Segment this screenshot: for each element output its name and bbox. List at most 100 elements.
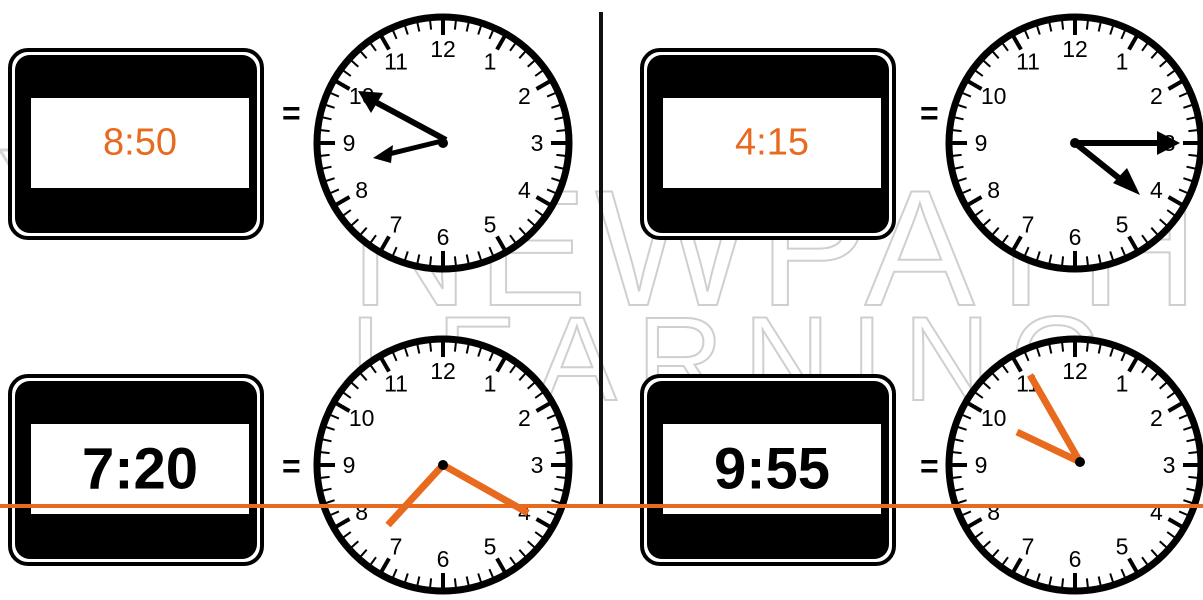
clock-center — [438, 460, 448, 470]
analog-clock-3: 121234567891011 — [313, 335, 573, 595]
clock-center — [1075, 457, 1085, 467]
clock-tick — [429, 578, 433, 588]
clock-tick — [429, 20, 433, 30]
clock-center — [1070, 138, 1080, 148]
clock-number: 12 — [430, 36, 456, 62]
clock-tick — [556, 153, 566, 157]
clock-tick — [453, 256, 457, 266]
clock-tick — [1061, 256, 1065, 266]
clock-number: 10 — [349, 405, 375, 431]
digital-clock-1: 8:50 — [8, 48, 264, 240]
clock-number: 10 — [981, 405, 1007, 431]
equals-sign-2: = — [920, 95, 939, 131]
clock-number: 11 — [384, 49, 408, 75]
clock-number: 1 — [1116, 49, 1129, 75]
clock-number: 7 — [390, 211, 403, 237]
clock-number: 3 — [531, 130, 544, 156]
clock-tick — [1085, 256, 1089, 266]
clock-face: 121234567891011 — [945, 335, 1203, 595]
clock-number: 9 — [975, 130, 988, 156]
clock-number: 1 — [1116, 371, 1129, 397]
clock-tick — [952, 153, 962, 157]
clock-tick — [952, 475, 962, 479]
clock-number: 9 — [975, 452, 988, 478]
clock-tick — [556, 475, 566, 479]
digital-clock-4: 9:55 — [640, 374, 896, 566]
clock-number: 3 — [1163, 452, 1176, 478]
clock-tick — [453, 342, 457, 352]
clock-tick — [320, 451, 330, 455]
analog-clock-4: 12 1234567891011 — [945, 335, 1203, 595]
digital-time-4: 9:55 — [713, 436, 831, 502]
clock-number: 6 — [1069, 224, 1082, 250]
digital-time-3: 7:20 — [81, 436, 199, 502]
clock-tick — [556, 129, 566, 133]
clock-center — [438, 138, 448, 148]
clock-number: 2 — [518, 405, 531, 431]
digital-screen-3: 7:20 — [31, 424, 249, 514]
clock-number: 4 — [1150, 499, 1163, 525]
clock-tick — [1085, 20, 1089, 30]
clock-tick — [429, 256, 433, 266]
digital-clock-3: 7:20 — [8, 374, 264, 566]
clock-number: 8 — [987, 499, 1000, 525]
clock-number: 4 — [1150, 177, 1163, 203]
clock-number: 5 — [1116, 533, 1129, 559]
equals-sign-1: = — [282, 95, 301, 131]
equals-sign-3: = — [282, 448, 301, 484]
analog-clock-1: 121234567891011 — [313, 13, 573, 273]
clock-number: 6 — [1069, 546, 1082, 572]
clock-number: 2 — [1150, 83, 1163, 109]
clock-number: 8 — [355, 177, 368, 203]
clock-tick — [1188, 129, 1198, 133]
clock-tick — [952, 129, 962, 133]
equals-sign-4: = — [920, 448, 939, 484]
clock-tick — [1061, 20, 1065, 30]
digital-screen-2: 4:15 — [663, 98, 881, 188]
clock-tick — [1061, 342, 1065, 352]
clock-number: 7 — [1022, 533, 1035, 559]
clock-number: 9 — [343, 452, 356, 478]
clock-tick — [1085, 578, 1089, 588]
clock-tick — [1061, 578, 1065, 588]
clock-number: 4 — [518, 177, 531, 203]
clock-tick — [556, 451, 566, 455]
analog-clock-2: 121234567891011 — [945, 13, 1203, 273]
clock-number: 6 — [437, 224, 450, 250]
clock-tick — [952, 451, 962, 455]
clock-number: 12 — [430, 358, 456, 384]
clock-number: 1 — [484, 49, 497, 75]
clock-number: 9 — [343, 130, 356, 156]
clock-tick — [320, 153, 330, 157]
clock-number: 7 — [390, 533, 403, 559]
digital-screen-1: 8:50 — [31, 98, 249, 188]
bottom-accent-bar — [0, 504, 1203, 508]
clock-tick — [1085, 342, 1089, 352]
clock-number: 5 — [484, 533, 497, 559]
center-divider — [599, 12, 603, 508]
clock-number: 11 — [384, 371, 408, 397]
clock-number: 11 — [1016, 49, 1040, 75]
clock-number: 5 — [484, 211, 497, 237]
clock-tick — [1188, 451, 1198, 455]
clock-number: 7 — [1022, 211, 1035, 237]
clock-tick — [429, 342, 433, 352]
clock-number: 8 — [355, 499, 368, 525]
clock-number: 2 — [1150, 405, 1163, 431]
clock-number: 12 — [1062, 36, 1088, 62]
digital-clock-2: 4:15 — [640, 48, 896, 240]
clock-number: 1 — [484, 371, 497, 397]
digital-time-2: 4:15 — [735, 121, 809, 164]
clock-number: 6 — [437, 546, 450, 572]
clock-number: 5 — [1116, 211, 1129, 237]
clock-tick — [1188, 153, 1198, 157]
clock-tick — [1188, 475, 1198, 479]
clock-number: 12 — [1062, 358, 1088, 384]
clock-number: 8 — [987, 177, 1000, 203]
clock-number: 3 — [531, 452, 544, 478]
digital-time-1: 8:50 — [103, 121, 177, 164]
digital-screen-4: 9:55 — [663, 424, 881, 514]
clock-tick — [320, 129, 330, 133]
clock-tick — [453, 20, 457, 30]
clock-number: 2 — [518, 83, 531, 109]
